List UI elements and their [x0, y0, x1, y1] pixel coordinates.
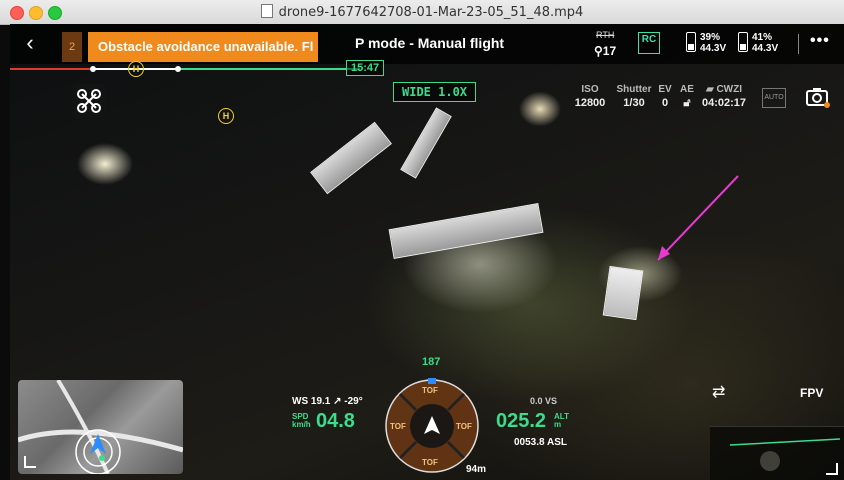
- battery2-icon: [738, 32, 748, 52]
- mini-map[interactable]: [18, 380, 183, 474]
- speed-unit: km/h: [292, 420, 311, 429]
- top-status-bar: ‹ 2 Obstacle avoidance unavailable. Fl P…: [10, 24, 844, 64]
- altitude-unit: m: [554, 420, 562, 429]
- ae-lock-icon: 🔓︎: [683, 97, 691, 109]
- fpv-view-label[interactable]: FPV: [800, 386, 823, 400]
- remaining-record-time: 04:02:17: [701, 97, 747, 109]
- camera-parameters[interactable]: ISO 12800 Shutter 1/30 EV 0 AE 🔓︎ ▰ CWZI 04:0…: [570, 84, 750, 114]
- distance-to-home: 94m: [466, 464, 487, 475]
- iso-label: ISO: [581, 84, 599, 95]
- battery2-percent: 41%: [752, 32, 773, 43]
- window-title-text: drone9-1677642708-01-Mar-23-05_51_48.mp4: [278, 5, 584, 20]
- tof-bottom: TOF: [422, 458, 438, 467]
- home-point-icon: H: [128, 61, 144, 77]
- camera-zoom-badge[interactable]: WIDE 1.0X: [393, 82, 477, 102]
- speed-unit-label: SPD km/h: [292, 413, 311, 429]
- vertical-speed: 0.0 VS: [530, 396, 558, 406]
- ev-value: 0: [661, 97, 669, 109]
- aircraft-status-button[interactable]: [72, 84, 106, 118]
- shutter-value: 1/30: [623, 97, 645, 109]
- rth-label: RTH: [596, 30, 615, 40]
- swap-view-icon[interactable]: ⇄: [712, 382, 725, 402]
- window-titlebar: drone9-1677642708-01-Mar-23-05_51_48.mp4: [0, 0, 844, 25]
- flight-mode-label[interactable]: P mode - Manual flight: [355, 35, 504, 51]
- fpv-preview[interactable]: [710, 426, 844, 480]
- photo-mode-button[interactable]: [804, 84, 832, 110]
- video-file-icon: [260, 4, 273, 18]
- shutter-label: Shutter: [616, 84, 652, 95]
- drone-video-feed: ‹ 2 Obstacle avoidance unavailable. Fl P…: [10, 24, 844, 480]
- fpv-horizon: [729, 438, 841, 471]
- altitude-value: 025.2: [496, 410, 547, 432]
- sd-card-icon: ▰: [705, 84, 717, 95]
- altitude-asl: 0053.8 ASL: [514, 437, 567, 448]
- ev-label: EV: [658, 84, 672, 95]
- warning-count-badge[interactable]: 2: [62, 32, 82, 62]
- battery1-percent: 39%: [700, 32, 721, 43]
- satellite-count[interactable]: ⚲17: [594, 44, 616, 58]
- topbar-divider: [798, 34, 799, 54]
- ae-label: AE: [680, 84, 694, 95]
- timeline-marker: [175, 66, 181, 72]
- satellite-icon: ⚲: [594, 44, 603, 58]
- auto-exposure-button[interactable]: AUTO: [762, 88, 786, 108]
- annotation-arrow: [657, 175, 739, 261]
- battery1-voltage: 44.3V: [700, 43, 727, 54]
- rc-signal-badge[interactable]: RC: [638, 32, 660, 54]
- home-point-marker-icon: H: [218, 108, 234, 124]
- timeline-red-segment: [10, 68, 90, 70]
- tof-left: TOF: [390, 422, 406, 431]
- timeline-marker: [90, 66, 96, 72]
- tof-right: TOF: [456, 422, 472, 431]
- horizontal-speed: 04.8: [316, 410, 355, 432]
- battery2-info[interactable]: 41% 44.3V: [752, 32, 778, 54]
- window-title: drone9-1677642708-01-Mar-23-05_51_48.mp4: [0, 4, 844, 20]
- heading-value: 187: [422, 356, 441, 368]
- storage-label: CWZI: [716, 84, 742, 95]
- tof-top: TOF: [422, 386, 438, 395]
- camera-icon: [806, 88, 830, 108]
- altitude-unit-label: ALT m: [554, 413, 569, 429]
- battery1-info[interactable]: 39% 44.3V: [700, 32, 726, 54]
- iso-value: 12800: [574, 97, 606, 109]
- flight-time-badge: 15:47: [346, 60, 385, 76]
- satellite-count-value: 17: [602, 44, 617, 58]
- map-roads: [18, 380, 183, 474]
- back-button[interactable]: ‹: [18, 32, 42, 56]
- expand-fpv-icon[interactable]: [826, 463, 838, 475]
- wind-speed: WS 19.1 ↗ -29°: [292, 396, 363, 407]
- attitude-compass: TOF TOF TOF TOF: [382, 376, 482, 476]
- expand-map-icon[interactable]: [24, 456, 36, 468]
- battery1-icon: [686, 32, 696, 52]
- drone-icon: [77, 89, 101, 113]
- battery2-voltage: 44.3V: [752, 43, 779, 54]
- more-options-button[interactable]: •••: [810, 32, 830, 50]
- obstacle-warning-banner[interactable]: Obstacle avoidance unavailable. Fl: [88, 32, 318, 62]
- timeline-green-segment: [180, 68, 360, 70]
